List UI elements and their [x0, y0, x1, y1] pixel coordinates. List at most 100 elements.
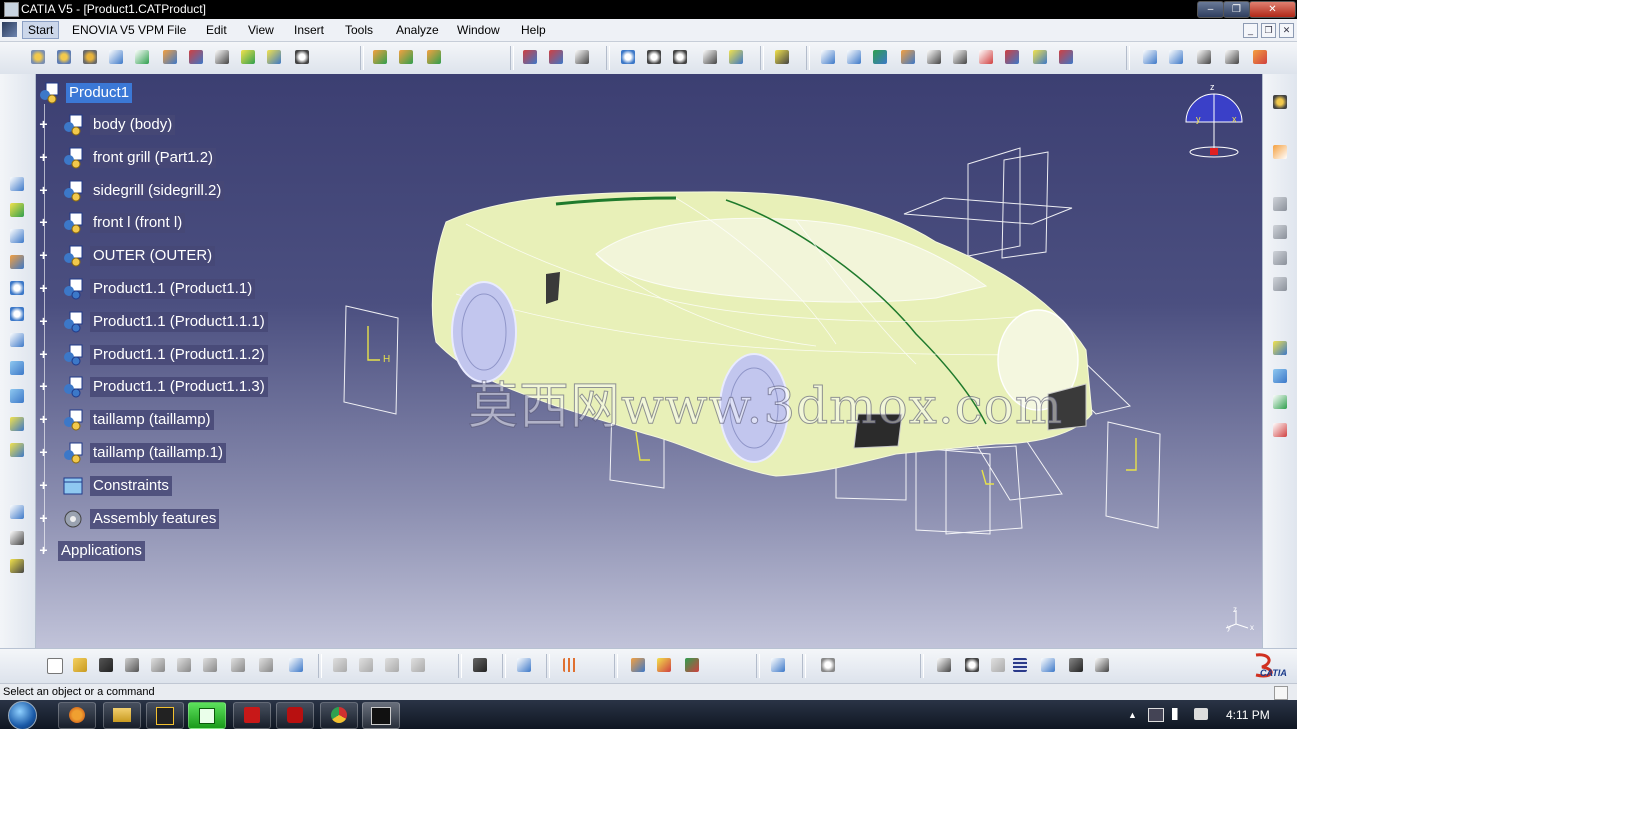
- redo-icon[interactable]: [256, 655, 276, 675]
- mdi-restore-button[interactable]: ❐: [1261, 23, 1276, 38]
- existing-component-icon[interactable]: [106, 47, 126, 67]
- macro-icon[interactable]: [1066, 655, 1086, 675]
- apply-material-bottom-icon[interactable]: [654, 655, 674, 675]
- shading-icon[interactable]: [7, 386, 27, 406]
- flag-note-icon[interactable]: [1194, 47, 1214, 67]
- axis-system-icon[interactable]: [1140, 47, 1160, 67]
- menu-file[interactable]: File: [167, 23, 186, 37]
- save-icon[interactable]: [96, 655, 116, 675]
- multi-instantiation-icon[interactable]: [292, 47, 312, 67]
- catalog-browser-icon[interactable]: [1270, 392, 1290, 412]
- fit-all-in-icon[interactable]: [7, 200, 27, 220]
- selective-load-icon[interactable]: [238, 47, 258, 67]
- swap-visible-space-icon[interactable]: [7, 440, 27, 460]
- bill-of-material-icon[interactable]: [818, 47, 838, 67]
- zoom-out-icon[interactable]: [7, 304, 27, 324]
- apply-material-icon[interactable]: [1270, 338, 1290, 358]
- angle-icon[interactable]: [700, 47, 720, 67]
- menu-view[interactable]: View: [248, 23, 274, 37]
- flag-tray-icon[interactable]: [1172, 708, 1186, 720]
- start-orb-icon[interactable]: [8, 701, 37, 729]
- reuse-pattern-icon[interactable]: [572, 47, 592, 67]
- compass[interactable]: z y x: [1185, 82, 1243, 158]
- select-pointer-icon[interactable]: [1270, 142, 1290, 162]
- save-to-catalog-icon[interactable]: [1270, 420, 1290, 440]
- contact-icon[interactable]: [644, 47, 664, 67]
- capture-camera-icon[interactable]: [470, 655, 490, 675]
- fix-icon[interactable]: [726, 47, 746, 67]
- measure-between-icon[interactable]: [844, 47, 864, 67]
- scene-explode-icon[interactable]: [1270, 248, 1290, 268]
- menu-window[interactable]: Window: [457, 23, 500, 37]
- menu-tools[interactable]: Tools: [345, 23, 373, 37]
- undo-icon[interactable]: [228, 655, 248, 675]
- update-analysis-icon[interactable]: [1030, 47, 1050, 67]
- assembly-design-icon[interactable]: [1270, 92, 1290, 112]
- update-icon[interactable]: [520, 47, 540, 67]
- new-part-icon[interactable]: [80, 47, 100, 67]
- close-button[interactable]: ✕: [1249, 1, 1296, 18]
- zoom-in-icon[interactable]: [7, 278, 27, 298]
- scene-reset-icon[interactable]: [1270, 274, 1290, 294]
- grid-icon[interactable]: [560, 655, 580, 675]
- pan-icon[interactable]: [7, 226, 27, 246]
- manage-representations-icon[interactable]: [264, 47, 284, 67]
- sync-icon[interactable]: [818, 655, 838, 675]
- tray-expand-icon[interactable]: ▲: [1128, 710, 1137, 720]
- replace-component-icon[interactable]: [160, 47, 180, 67]
- comment-icon[interactable]: [962, 655, 982, 675]
- tree-graph-icon[interactable]: [1038, 655, 1058, 675]
- select-arrow-icon[interactable]: [772, 47, 792, 67]
- distance-analysis-icon[interactable]: [976, 47, 996, 67]
- text-annotation-icon[interactable]: [1166, 47, 1186, 67]
- mechanical-structure-icon[interactable]: [1056, 47, 1076, 67]
- catalog-disabled-icon[interactable]: [330, 655, 350, 675]
- existing-component-positioning-icon[interactable]: [132, 47, 152, 67]
- open-folder-icon[interactable]: [70, 655, 90, 675]
- coincidence-icon[interactable]: [618, 47, 638, 67]
- menu-enovia[interactable]: ENOVIA V5 VPM: [72, 23, 164, 37]
- menu-help[interactable]: Help: [521, 23, 546, 37]
- autocad-taskbar-icon[interactable]: [146, 702, 184, 729]
- next-disabled-icon[interactable]: [356, 655, 376, 675]
- print-icon[interactable]: [122, 655, 142, 675]
- measure-inertia-icon[interactable]: [898, 47, 918, 67]
- rotate-icon[interactable]: [7, 252, 27, 272]
- mcafee-taskbar-icon[interactable]: [276, 702, 314, 729]
- cut-icon[interactable]: [148, 655, 168, 675]
- table-icon[interactable]: [1010, 655, 1030, 675]
- graph-tree-reordering-icon[interactable]: [186, 47, 206, 67]
- tree-root[interactable]: Product1: [38, 82, 238, 104]
- normal-view-icon[interactable]: [7, 330, 27, 350]
- clock[interactable]: 4:11 PM: [1226, 708, 1270, 722]
- sectioning-icon[interactable]: [950, 47, 970, 67]
- capture-icon[interactable]: [1250, 47, 1270, 67]
- publish-icon[interactable]: [514, 655, 534, 675]
- 3d-viewport[interactable]: H z y x z y x 莫西网www.3dmox.com Product1 …: [36, 74, 1262, 648]
- layer-icon[interactable]: [768, 655, 788, 675]
- paste-disabled-icon[interactable]: [408, 655, 428, 675]
- iso-view-icon[interactable]: [7, 358, 27, 378]
- menu-start[interactable]: Start: [22, 21, 60, 39]
- new-product-icon[interactable]: [54, 47, 74, 67]
- menu-edit[interactable]: Edit: [206, 23, 227, 37]
- snap-icon[interactable]: [396, 47, 416, 67]
- catia-menu-logo-icon[interactable]: [2, 22, 17, 37]
- acrobat-taskbar-icon[interactable]: [233, 702, 271, 729]
- offset-icon[interactable]: [670, 47, 690, 67]
- copy-icon[interactable]: [174, 655, 194, 675]
- render-style-icon[interactable]: [628, 655, 648, 675]
- constraint-icon[interactable]: [546, 47, 566, 67]
- paste-icon[interactable]: [200, 655, 220, 675]
- fly-mode-icon[interactable]: [7, 174, 27, 194]
- publication-icon[interactable]: [1270, 366, 1290, 386]
- restore-button[interactable]: ❐: [1223, 1, 1250, 18]
- measure-ruler-icon[interactable]: [7, 502, 27, 522]
- knowledge-icon[interactable]: [682, 655, 702, 675]
- copy-disabled-icon[interactable]: [382, 655, 402, 675]
- hide-show-icon[interactable]: [7, 414, 27, 434]
- menu-analyze[interactable]: Analyze: [396, 23, 439, 37]
- parameters-icon[interactable]: [1092, 655, 1112, 675]
- measure-inertia-side-icon[interactable]: [7, 556, 27, 576]
- minimize-button[interactable]: –: [1197, 1, 1224, 18]
